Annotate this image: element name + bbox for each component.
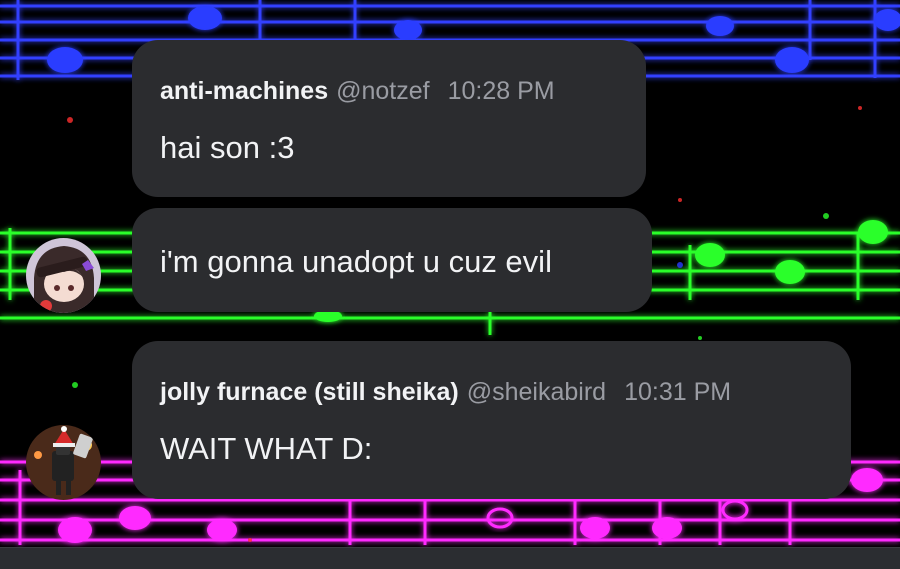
bottom-bar	[0, 547, 900, 569]
message-bubble-3[interactable]: jolly furnace (still sheika) @sheikabird 1…	[132, 341, 851, 499]
message-timestamp: 10:28 PM	[447, 77, 555, 105]
message-handle[interactable]: @sheikabird	[467, 378, 606, 406]
message-text: hai son :3	[160, 130, 295, 165]
message-bubble-2[interactable]: i'm gonna unadopt u cuz evil	[132, 208, 652, 312]
message-text: i'm gonna unadopt u cuz evil	[160, 244, 552, 279]
message-timestamp: 10:31 PM	[624, 378, 732, 406]
message-bubble-1[interactable]: anti-machines @notzef 10:28 PM hai son :3	[132, 40, 646, 197]
message-text: WAIT WHAT D:	[160, 431, 373, 466]
message-author[interactable]: jolly furnace (still sheika)	[160, 378, 459, 406]
robot-santa-hat-avatar-icon[interactable]	[26, 425, 101, 500]
message-handle[interactable]: @notzef	[336, 77, 429, 105]
message-header: jolly furnace (still sheika) @sheikabird 1…	[160, 377, 731, 407]
purple-hair-character-avatar-icon[interactable]	[26, 238, 101, 313]
message-header: anti-machines @notzef 10:28 PM	[160, 76, 555, 106]
message-author[interactable]: anti-machines	[160, 77, 328, 105]
